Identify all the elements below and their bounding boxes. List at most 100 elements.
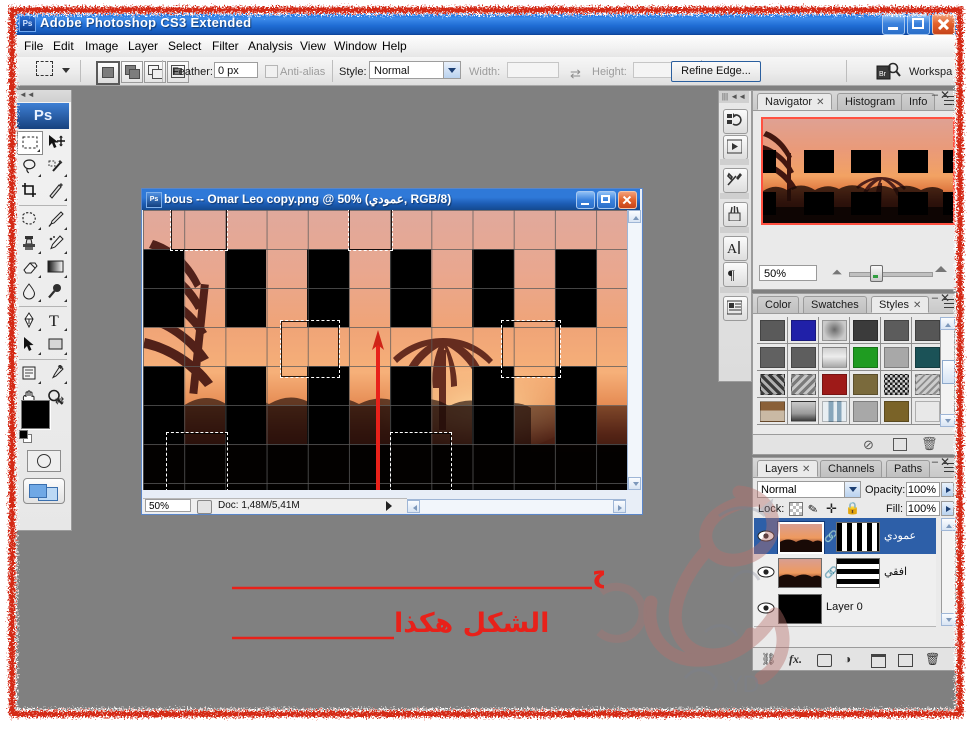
close-icon[interactable]: ✕ [816,97,824,108]
actions-icon[interactable] [723,135,748,160]
menu-item-file[interactable]: File [18,38,49,55]
zoom-out-icon[interactable] [832,269,842,275]
new-selection-button[interactable] [96,61,120,85]
layer-name[interactable]: Layer 0 [826,601,863,613]
layer-style-icon[interactable]: fx. [789,652,802,667]
navigator-thumbnail[interactable] [761,117,955,225]
tool-horizontal-type[interactable]: T [43,309,69,333]
menu-item-window[interactable]: Window [328,38,383,55]
layer-mask-thumbnail[interactable] [836,558,880,588]
link-layers-icon[interactable]: ⛓ [761,652,776,666]
document-canvas[interactable] [143,210,627,490]
panel-menu-icon[interactable] [941,96,955,108]
layer-name[interactable]: عمودي [884,529,916,542]
tool-crop[interactable] [17,179,43,203]
tool-brush[interactable] [43,208,69,232]
menu-item-select[interactable]: Select [162,38,207,55]
opacity-input[interactable]: 100% [906,482,940,497]
zoom-in-icon[interactable] [935,266,947,272]
new-layer-icon[interactable] [898,654,913,667]
tool-history-brush[interactable] [43,232,69,256]
style-swatch[interactable] [788,344,819,371]
close-icon[interactable]: ✕ [802,464,810,475]
menu-item-help[interactable]: Help [376,38,413,55]
menu-item-layer[interactable]: Layer [122,38,164,55]
close-icon[interactable]: ✕ [913,300,921,311]
tool-eraser[interactable] [17,256,43,280]
style-swatch[interactable] [912,371,943,398]
panel-menu-icon[interactable] [941,299,955,311]
tab-layers[interactable]: Layers ✕ [757,460,819,477]
close-button[interactable] [932,14,955,35]
layer-thumbnail[interactable] [777,521,825,555]
menu-item-analysis[interactable]: Analysis [242,38,299,55]
lock-transparent-pixels-icon[interactable] [789,502,803,516]
document-title-bar[interactable]: Ps bous -- Omar Leo copy.png @ 50% (عمود… [142,189,640,210]
style-swatch[interactable] [912,317,943,344]
navigator-zoom-slider[interactable] [849,272,933,277]
go-to-bridge-icon[interactable]: Br [876,61,902,81]
minimize-button[interactable] [882,14,905,35]
default-colors-icon[interactable] [19,430,32,443]
navigator-zoom-slider-knob[interactable] [870,265,883,282]
tool-slice[interactable] [43,179,69,203]
layer-row-amoudi[interactable]: 🔗 عمودي [754,518,936,555]
style-swatch[interactable] [912,398,943,425]
layer-row-ofqi[interactable]: 🔗 افقي [754,554,936,591]
style-swatch[interactable] [788,371,819,398]
panel-minimize-icon[interactable]: – [932,89,938,101]
menu-item-image[interactable]: Image [79,38,124,55]
adjustment-layer-icon[interactable]: ◑ [844,652,851,666]
layer-mask-icon[interactable] [817,654,832,667]
style-swatch[interactable] [881,371,912,398]
character-icon[interactable]: A [723,236,748,261]
tab-paths[interactable]: Paths [886,460,931,477]
tool-patch[interactable] [17,208,43,232]
style-swatch[interactable] [881,398,912,425]
style-swatch[interactable] [912,344,943,371]
tab-swatches[interactable]: Swatches [803,296,867,313]
document-maximize-button[interactable] [597,191,616,209]
layer-comps-icon[interactable] [723,296,748,321]
tool-eyedropper[interactable] [43,362,69,386]
tab-color[interactable]: Color [757,296,800,313]
style-swatch[interactable] [850,344,881,371]
style-swatch[interactable] [819,317,850,344]
styles-scroll-up-button[interactable] [940,317,955,330]
tool-presets-icon[interactable] [723,168,748,193]
brushes-icon[interactable] [723,202,748,227]
paragraph-icon[interactable]: ¶ [723,262,748,287]
opacity-stepper[interactable] [941,482,954,497]
tab-info[interactable]: Info [901,93,936,110]
menu-item-filter[interactable]: Filter [206,38,245,55]
style-swatch[interactable] [819,398,850,425]
navigator-zoom-input[interactable]: 50% [759,265,817,281]
document-close-button[interactable] [618,191,637,209]
quick-mask-button[interactable] [27,450,61,472]
layer-name[interactable]: افقي [884,565,907,578]
rectangular-marquee-icon[interactable] [36,61,58,81]
menu-item-edit[interactable]: Edit [47,38,80,55]
clear-style-icon[interactable]: ⊘ [863,437,874,453]
scroll-left-button[interactable] [407,500,420,513]
layer-thumbnail[interactable] [778,594,822,624]
style-swatch[interactable] [788,398,819,425]
style-select[interactable]: Normal [369,61,461,79]
lock-all-icon[interactable]: 🔒 [845,501,860,515]
blend-mode-select[interactable]: Normal [757,481,861,498]
styles-scroll-down-button[interactable] [940,414,955,427]
style-swatch[interactable] [757,371,788,398]
delete-layer-icon[interactable]: 🗑 [925,652,940,666]
new-style-icon[interactable] [893,438,907,451]
tool-dodge[interactable] [43,280,69,304]
tab-styles[interactable]: Styles ✕ [871,296,930,313]
style-swatch[interactable] [850,371,881,398]
tab-navigator[interactable]: Navigator ✕ [757,93,833,110]
lock-position-icon[interactable]: ✛ [826,501,837,517]
fill-stepper[interactable] [941,501,954,516]
maximize-button[interactable] [907,14,930,35]
menu-item-view[interactable]: View [294,38,332,55]
panel-menu-icon[interactable] [941,463,955,475]
tool-magic-wand[interactable] [43,155,69,179]
canvas-horizontal-scrollbar[interactable] [407,499,626,513]
